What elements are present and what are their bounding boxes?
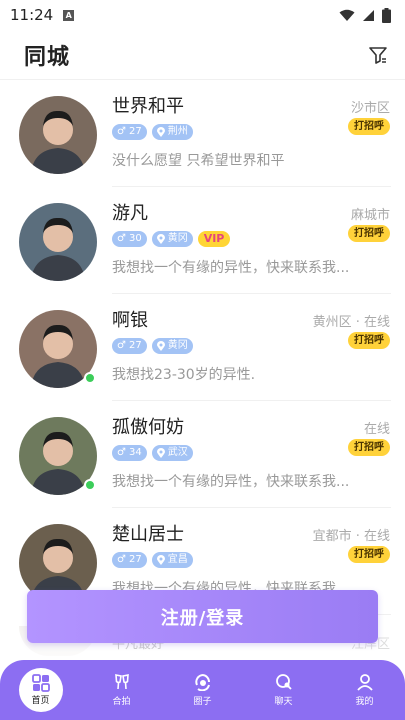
male-icon: ♂ [117,447,126,458]
user-signature: 我想找一个有缘的异性，快来联系我... [112,474,350,490]
greet-button[interactable]: 打招呼 [348,225,390,242]
city-value: 荆州 [167,126,188,137]
age-tag: ♂ 27 [112,338,147,354]
avatar-photo [19,203,97,281]
notification-icon: A [63,9,75,21]
battery-icon [382,7,391,23]
age-value: 27 [128,554,142,565]
city-tag: 荆州 [151,124,193,140]
greet-button[interactable]: 打招呼 [348,439,390,456]
location-pin-icon [156,555,165,565]
tab-circle-label: 圈子 [193,697,212,707]
male-icon: ♂ [117,126,126,137]
bottom-tab-bar: 首页 合拍 圈子 聊天 我的 [0,660,405,720]
age-value: 30 [128,233,142,244]
male-icon: ♂ [117,233,126,244]
tab-chat[interactable]: 聊天 [243,660,324,720]
user-tags: ♂ 34 武汉 [112,445,193,461]
age-tag: ♂ 27 [112,124,147,140]
user-tags: ♂ 30 黄冈 VIP [112,231,231,247]
city-tag: 宜昌 [151,552,193,568]
filter-icon [369,46,387,64]
chat-icon [275,674,292,690]
register-login-button[interactable]: 注册/登录 [27,590,378,643]
age-tag: ♂ 30 [112,231,147,247]
user-name: 啊银 [112,310,148,331]
online-indicator [84,479,96,491]
city-tag: 武汉 [151,445,193,461]
vip-badge: VIP [197,231,231,247]
tab-hepai-label: 合拍 [112,697,131,707]
user-tags: ♂ 27 荆州 [112,124,193,140]
user-name: 世界和平 [112,96,184,117]
signal-icon [363,9,374,21]
greet-button[interactable]: 打招呼 [348,546,390,563]
circle-icon [194,674,210,691]
greet-button[interactable]: 打招呼 [348,332,390,349]
filter-button[interactable] [365,42,391,68]
user-tags: ♂ 27 宜昌 [112,552,193,568]
location-pin-icon [156,127,165,137]
city-value: 黄冈 [167,233,188,244]
tab-home-label: 首页 [31,696,50,706]
user-row[interactable]: 游凡 麻城市 打招呼 ♂ 30 黄冈 VIP 我想找一个有缘的异性，快来联系我.… [0,187,405,294]
greet-button[interactable]: 打招呼 [348,118,390,135]
tab-home[interactable]: 首页 [0,660,81,720]
home-icon [31,674,50,692]
age-tag: ♂ 27 [112,552,147,568]
user-name: 楚山居士 [112,524,184,545]
location-pin-icon [156,234,165,244]
city-tag: 黄冈 [151,338,193,354]
user-signature: 我想找一个有缘的异性，快来联系我... [112,260,350,276]
user-row[interactable]: 啊银 黄州区 · 在线 打招呼 ♂ 27 黄冈 我想找23-30岁的异性. [0,294,405,401]
tab-chat-label: 聊天 [274,697,293,707]
avatar-photo [19,96,97,174]
status-time: 11:24 [10,6,54,24]
user-location: 麻城市 [350,208,390,223]
page-title: 同城 [24,44,71,70]
user-location: 宜都市 · 在线 [312,529,390,544]
avatar[interactable] [19,96,97,174]
user-signature: 我想找23-30岁的异性. [112,367,256,383]
city-tag: 黄冈 [151,231,193,247]
age-value: 27 [128,340,142,351]
user-row[interactable]: 孤傲何妨 在线 打招呼 ♂ 34 武汉 我想找一个有缘的异性，快来联系我... [0,401,405,508]
cheers-icon [114,674,129,690]
location-pin-icon [156,341,165,351]
user-name: 孤傲何妨 [112,417,184,438]
user-location: 黄州区 · 在线 [312,315,390,330]
user-tags: ♂ 27 黄冈 [112,338,193,354]
age-tag: ♂ 34 [112,445,147,461]
avatar[interactable] [19,203,97,281]
tab-profile-label: 我的 [355,697,374,707]
age-value: 34 [128,447,142,458]
male-icon: ♂ [117,340,126,351]
tab-hepai[interactable]: 合拍 [81,660,162,720]
status-bar: 11:24 A [0,0,405,30]
status-icons [339,7,391,23]
location-pin-icon [156,448,165,458]
male-icon: ♂ [117,554,126,565]
tab-profile[interactable]: 我的 [324,660,405,720]
user-location: 在线 [363,422,390,437]
header: 同城 [0,30,405,80]
age-value: 27 [128,126,142,137]
tab-home-highlight: 首页 [18,668,63,712]
user-location: 沙市区 [350,101,390,116]
user-list: 世界和平 沙市区 打招呼 ♂ 27 荆州 没什么愿望 只希望世界和平 游凡 麻城… [0,80,405,615]
user-name: 游凡 [112,203,148,224]
city-value: 宜昌 [167,554,188,565]
city-value: 武汉 [167,447,188,458]
user-signature: 没什么愿望 只希望世界和平 [112,153,285,169]
tab-circle[interactable]: 圈子 [162,660,243,720]
profile-icon [356,674,373,691]
wifi-icon [339,9,355,21]
city-value: 黄冈 [167,340,188,351]
user-row[interactable]: 世界和平 沙市区 打招呼 ♂ 27 荆州 没什么愿望 只希望世界和平 [0,80,405,187]
online-indicator [84,372,96,384]
